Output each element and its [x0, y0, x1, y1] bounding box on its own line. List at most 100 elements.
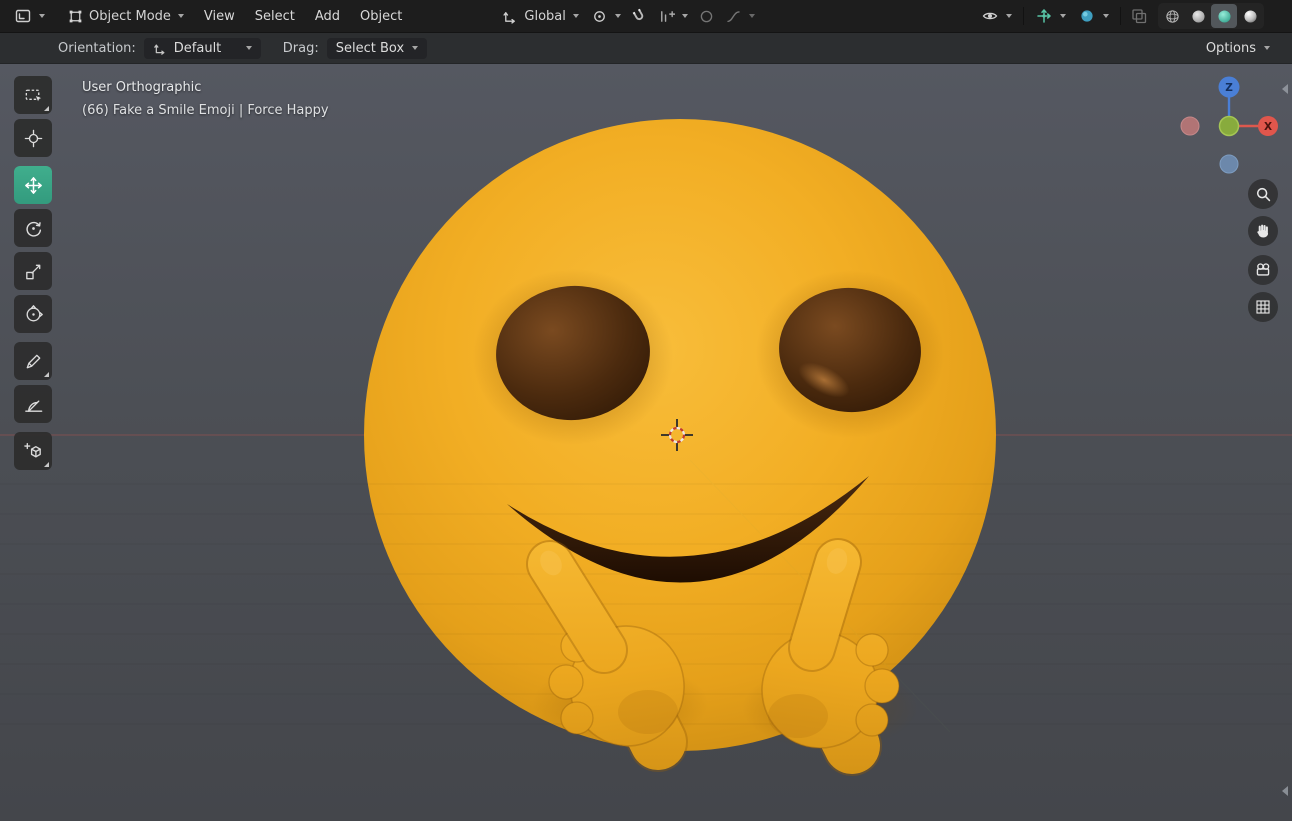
falloff-curve-icon [725, 8, 742, 25]
xray-toggle-button[interactable] [1126, 4, 1152, 28]
editor-type-button[interactable] [8, 4, 51, 28]
chevron-down-icon [177, 14, 184, 18]
orientation-dropdown[interactable]: Default [143, 37, 261, 59]
snap-toggle-button[interactable] [627, 5, 652, 28]
zoom-icon [1251, 182, 1275, 206]
zoom-button[interactable] [1248, 179, 1278, 209]
scale-icon [23, 261, 44, 282]
overlays-sphere-icon [1078, 7, 1096, 25]
tool-settings-bar: Orientation: Default Drag: Select Box Op… [0, 33, 1292, 64]
menu-bar: View Select Add Object [194, 5, 412, 28]
viewport-3d[interactable]: User Orthographic (66) Fake a Smile Emoj… [0, 64, 1292, 821]
gizmo-x-label: X [1264, 121, 1272, 133]
options-dropdown[interactable]: Options [1198, 38, 1278, 59]
shading-solid-button[interactable] [1185, 4, 1211, 28]
menu-object[interactable]: Object [350, 5, 412, 28]
overlays-toggle-dropdown[interactable] [1072, 4, 1115, 28]
camera-icon [1251, 258, 1275, 282]
gizmo-z-label: Z [1225, 82, 1233, 94]
measure-icon [23, 394, 44, 415]
camera-view-button[interactable] [1248, 255, 1278, 285]
gizmos-icon [1035, 7, 1053, 25]
gizmo-z-negative[interactable] [1219, 154, 1239, 174]
drag-dropdown[interactable]: Select Box [326, 37, 428, 59]
collapse-sidebar-arrow[interactable] [1282, 84, 1288, 94]
tool-move[interactable] [14, 166, 52, 204]
tool-shelf [14, 76, 54, 479]
snap-target-icon [658, 8, 675, 25]
collapse-region-arrow[interactable] [1282, 786, 1288, 796]
solid-sphere-icon [1190, 8, 1207, 25]
editor-type-icon [14, 7, 32, 25]
chevron-down-icon [39, 14, 45, 18]
chevron-down-icon [412, 46, 419, 50]
emoji-object[interactable] [0, 119, 1292, 776]
material-sphere-icon [1216, 8, 1233, 25]
chevron-down-icon [748, 14, 755, 18]
pan-hand-icon [1251, 219, 1275, 243]
menu-view[interactable]: View [194, 5, 245, 28]
drag-value: Select Box [335, 40, 405, 56]
orientation-label: Orientation: [58, 40, 136, 56]
annotate-icon [23, 351, 44, 372]
viewport-header: Object Mode View Select Add Object Globa… [0, 0, 1292, 33]
tool-rotate[interactable] [14, 209, 52, 247]
transform-orientation-dropdown[interactable]: Global [496, 5, 584, 28]
orientation-value: Default [173, 40, 222, 56]
tool-transform[interactable] [14, 295, 52, 333]
options-label: Options [1205, 40, 1256, 56]
orientation-value: Global [524, 8, 566, 24]
menu-select[interactable]: Select [245, 5, 305, 28]
tool-scale[interactable] [14, 252, 52, 290]
drag-label: Drag: [282, 40, 319, 56]
orientation-axes-icon [502, 8, 519, 25]
shading-mode-control [1158, 3, 1264, 29]
move-icon [23, 175, 44, 196]
tool-box-select[interactable] [14, 76, 52, 114]
shading-rendered-button[interactable] [1237, 4, 1263, 28]
pan-button[interactable] [1248, 216, 1278, 246]
header-right-cluster [975, 3, 1264, 29]
shading-wireframe-button[interactable] [1159, 4, 1185, 28]
gizmos-toggle-dropdown[interactable] [1029, 4, 1072, 28]
viewport-scene[interactable] [0, 64, 1292, 821]
chevron-down-icon [245, 46, 252, 50]
pivot-point-icon [591, 8, 608, 25]
mode-label: Object Mode [89, 8, 171, 24]
snap-target-dropdown[interactable] [652, 5, 694, 28]
add-cube-icon [23, 441, 44, 462]
gizmo-y-axis[interactable] [1218, 115, 1240, 137]
ortho-grid-icon [1251, 295, 1275, 319]
box-select-icon [23, 85, 44, 106]
gizmo-x-negative[interactable] [1180, 116, 1200, 136]
tool-cursor[interactable] [14, 119, 52, 157]
chevron-down-icon [1060, 14, 1066, 18]
chevron-down-icon [681, 14, 688, 18]
chevron-down-icon [1264, 46, 1270, 50]
pivot-point-dropdown[interactable] [585, 5, 627, 28]
select-tool-group [14, 76, 54, 157]
object-mode-icon [67, 8, 84, 25]
xray-icon [1130, 7, 1148, 25]
transform-tool-group [14, 166, 54, 333]
chevron-down-icon [614, 14, 621, 18]
chevron-down-icon [1103, 14, 1109, 18]
navigation-gizmo[interactable]: Z X [1177, 74, 1287, 178]
add-tool-group [14, 432, 54, 470]
mode-dropdown[interactable]: Object Mode [61, 5, 190, 28]
visibility-filter-dropdown[interactable] [975, 4, 1018, 28]
tool-add-cube[interactable] [14, 432, 52, 470]
ortho-toggle-button[interactable] [1248, 292, 1278, 322]
proportional-falloff-dropdown[interactable] [719, 5, 761, 28]
menu-add[interactable]: Add [305, 5, 350, 28]
rendered-sphere-icon [1242, 8, 1259, 25]
emoji-face[interactable] [364, 119, 996, 751]
transform-icon [23, 304, 44, 325]
proportional-edit-toggle[interactable] [694, 5, 719, 28]
tool-measure[interactable] [14, 385, 52, 423]
divider [1023, 7, 1024, 25]
wireframe-sphere-icon [1164, 8, 1181, 25]
shading-material-button[interactable] [1211, 4, 1237, 28]
tool-annotate[interactable] [14, 342, 52, 380]
blender-window: Object Mode View Select Add Object Globa… [0, 0, 1292, 821]
